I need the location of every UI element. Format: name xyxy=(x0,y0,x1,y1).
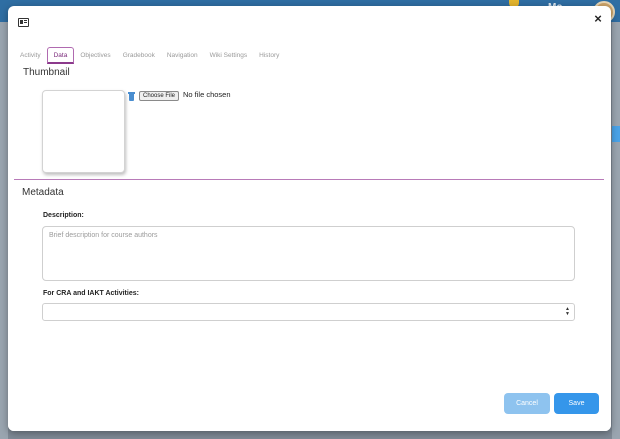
tab-navigation[interactable]: Navigation xyxy=(161,48,204,64)
select-arrows-icon: ▲ ▼ xyxy=(565,306,570,317)
description-input[interactable] xyxy=(42,226,575,281)
tab-bar: Activity Data Objectives Gradebook Navig… xyxy=(14,46,285,64)
window-icon xyxy=(18,18,29,27)
activity-settings-modal: × Activity Data Objectives Gradebook Nav… xyxy=(8,6,611,431)
background-left-panel xyxy=(0,22,8,439)
background-button xyxy=(612,126,620,142)
save-button[interactable]: Save xyxy=(554,393,599,414)
modal-header: × xyxy=(8,6,611,40)
trash-icon[interactable] xyxy=(128,92,135,101)
cancel-button[interactable]: Cancel xyxy=(504,393,550,414)
metadata-section-title: Metadata xyxy=(22,187,64,198)
thumbnail-preview xyxy=(42,90,125,173)
tab-history[interactable]: History xyxy=(253,48,285,64)
choose-file-button[interactable]: Choose File xyxy=(139,91,180,101)
section-divider xyxy=(14,179,604,180)
file-status-text: No file chosen xyxy=(183,90,231,99)
tab-activity[interactable]: Activity xyxy=(14,48,47,64)
tab-wiki-settings[interactable]: Wiki Settings xyxy=(204,48,254,64)
description-label: Description: xyxy=(43,212,84,219)
cra-iakt-select[interactable]: ▲ ▼ xyxy=(42,303,575,321)
cra-iakt-label: For CRA and IAKT Activities: xyxy=(43,290,139,297)
background-right-panel xyxy=(612,22,620,439)
tab-gradebook[interactable]: Gradebook xyxy=(117,48,161,64)
tab-objectives[interactable]: Objectives xyxy=(74,48,116,64)
thumbnail-section-title: Thumbnail xyxy=(23,67,70,78)
close-button[interactable]: × xyxy=(592,12,604,26)
tab-data[interactable]: Data xyxy=(46,47,75,64)
